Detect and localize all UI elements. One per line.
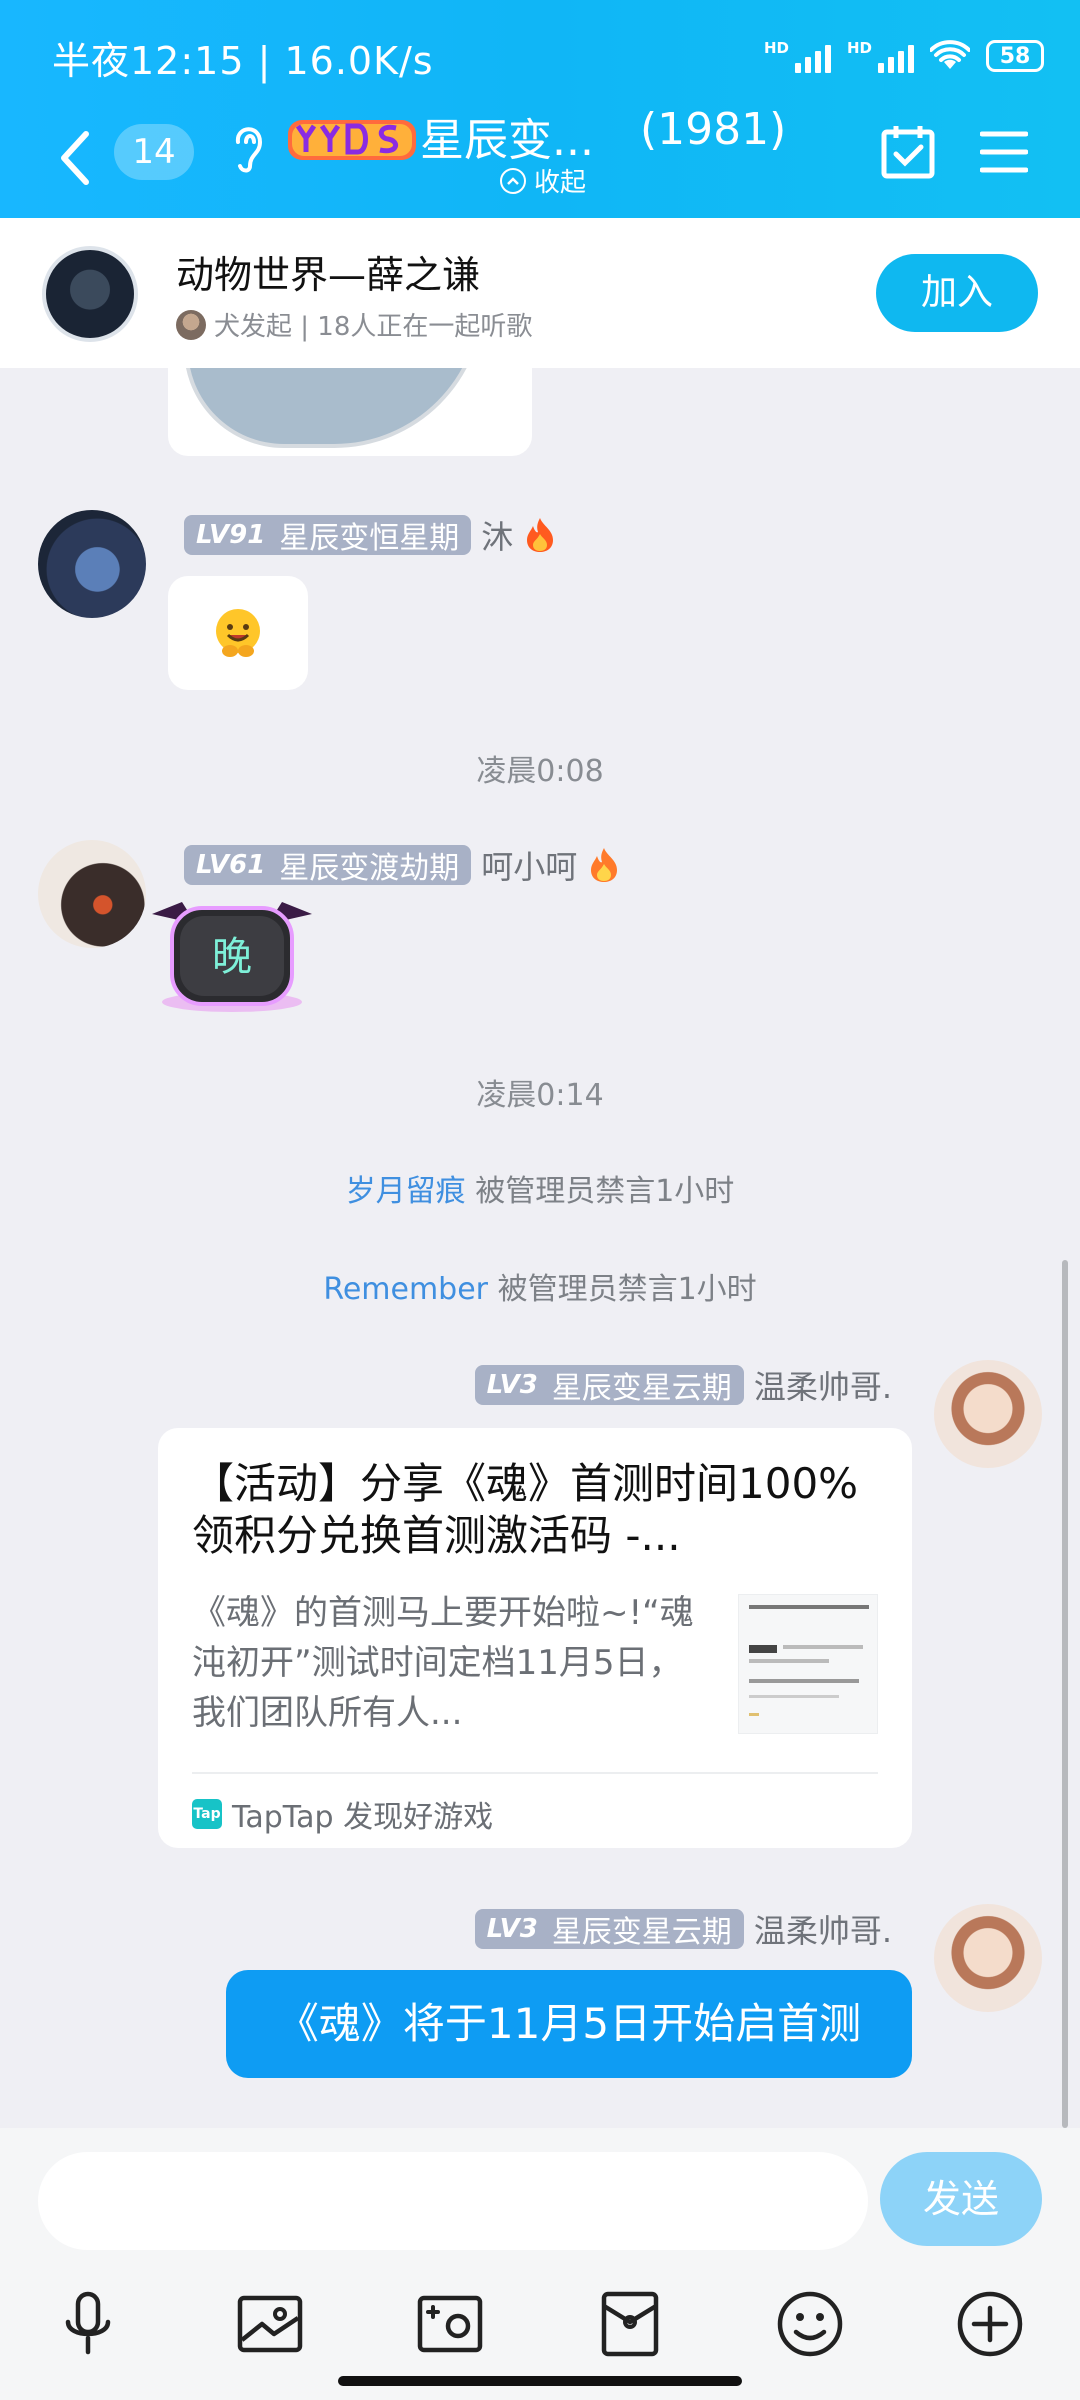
card-thumbnail [738,1594,878,1734]
listen-together-bar[interactable]: 动物世界—薛之谦 犬发起 | 18人正在一起听歌 加入 [0,218,1080,368]
timestamp: 凌晨0:14 [476,1078,604,1113]
level-badge: LV91 星辰变恒星期 [184,515,472,556]
wifi-icon [930,40,970,69]
yyds-logo [288,120,416,160]
song-title: 动物世界—薛之谦 [176,253,481,297]
unread-count-badge[interactable]: 14 [114,124,194,180]
card-title: 【活动】分享《魂》首测时间100%领积分兑换首测激活码 -... [192,1459,859,1560]
message-sender: LV3 星辰变星云期 温柔帅哥. [474,1362,892,1408]
ear-icon[interactable] [228,116,268,176]
top-bar: 半夜12:15 | 16.0K/s HD HD 58 14 星辰变... (19… [0,0,1080,218]
image-message[interactable] [168,368,532,456]
chevron-up-icon [500,167,526,194]
listen-subtitle: 犬发起 | 18人正在一起听歌 [214,312,533,342]
level-badge: LV61 星辰变渡劫期 [184,845,472,886]
nav-row: 14 星辰变... (1981) 收起 [0,104,1080,218]
message-sender: LV91 星辰变恒星期 沐 [184,512,557,558]
menu-icon[interactable] [980,130,1028,174]
sticker-text: 晚 [212,934,252,980]
sender-name: 温柔帅哥. [753,1912,892,1950]
system-notice: Remember 被管理员禁言1小时 [323,1272,757,1307]
song-cover-avatar [42,246,138,342]
card-description: 《魂》的首测马上要开始啦~!“魂沌初开”测试时间定档11月5日，我们团队所有人.… [192,1593,694,1733]
muted-user-link[interactable]: 岁月留痕 [346,1174,466,1209]
card-source: TapTap 发现好游戏 [232,1800,494,1835]
status-time-speed: 半夜12:15 | 16.0K/s [52,39,434,83]
image-icon[interactable] [234,2288,306,2360]
signal-icon: HD [764,39,831,73]
status-bar: 半夜12:15 | 16.0K/s HD HD 58 [0,0,1080,110]
group-member-count: (1981) [640,104,787,155]
timestamp: 凌晨0:08 [476,754,604,789]
text-message-bubble[interactable]: 《魂》将于11月5日开始启首测 [226,1970,912,2078]
send-button[interactable]: 发送 [880,2152,1042,2246]
join-button[interactable]: 加入 [876,254,1038,332]
fire-icon [527,518,554,552]
avatar[interactable] [934,1904,1042,2012]
scrollbar[interactable] [1062,1260,1068,2128]
camera-icon[interactable] [414,2288,486,2360]
home-indicator[interactable] [338,2376,742,2386]
bat-sticker-icon: 晚 [152,902,312,1012]
avatar[interactable] [934,1360,1042,1468]
initiator-avatar [176,309,206,340]
plus-icon[interactable] [954,2288,1026,2360]
system-notice: 岁月留痕 被管理员禁言1小时 [345,1174,735,1209]
fire-icon [591,848,618,882]
signal-icon-2: HD [847,39,914,73]
message-sender: LV61 星辰变渡劫期 呵小呵 [184,842,621,888]
grin-emoji-icon [216,609,260,657]
toolbar [0,2288,1080,2368]
calendar-check-icon[interactable] [880,124,936,180]
emoji-message[interactable] [168,576,308,690]
sender-name: 呵小呵 [481,848,578,886]
share-card[interactable]: 【活动】分享《魂》首测时间100%领积分兑换首测激活码 -... 《魂》的首测马… [158,1428,912,1848]
muted-user-link[interactable]: Remember [323,1272,488,1307]
collapse-label: 收起 [534,168,587,198]
battery-indicator: 58 [986,40,1044,72]
avatar[interactable] [38,840,146,948]
sticker-message[interactable]: 晚 [152,890,312,1018]
collapse-toggle[interactable]: 收起 [500,162,586,199]
emoji-icon[interactable] [774,2288,846,2360]
sender-name: 温柔帅哥. [753,1368,892,1406]
message-input[interactable] [38,2152,868,2250]
group-title[interactable]: 星辰变... [420,104,594,168]
red-packet-icon[interactable] [594,2288,666,2360]
microphone-icon[interactable] [52,2288,124,2360]
sender-name: 沐 [481,518,514,556]
avatar[interactable] [38,510,146,618]
chat-screen: 半夜12:15 | 16.0K/s HD HD 58 14 星辰变... (19… [0,0,1080,2400]
input-bar: 发送 [0,2128,1080,2400]
level-badge: LV3 星辰变星云期 [474,1365,744,1406]
level-badge: LV3 星辰变星云期 [474,1909,744,1950]
taptap-icon: Tap [192,1799,222,1829]
message-sender: LV3 星辰变星云期 温柔帅哥. [474,1906,892,1952]
back-icon[interactable] [52,128,100,188]
